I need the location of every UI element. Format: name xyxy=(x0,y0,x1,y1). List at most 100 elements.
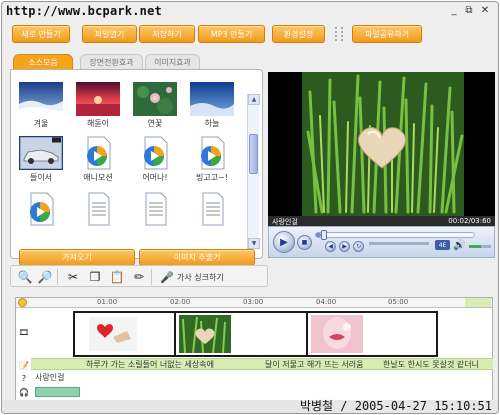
tab-sources[interactable]: 소스모음 xyxy=(13,54,73,70)
ruler-tick: 05:00 xyxy=(388,298,409,306)
list-item[interactable]: 겨울 xyxy=(15,82,67,132)
toolbar-divider xyxy=(57,269,58,285)
seek-bar[interactable] xyxy=(315,230,475,240)
stop-button[interactable]: ■ xyxy=(297,235,312,250)
video-screen xyxy=(268,72,495,216)
list-item[interactable]: 연꽃 xyxy=(129,82,181,132)
kiss-lips-clip xyxy=(311,315,363,353)
volume-icon[interactable]: 🔊 xyxy=(453,240,465,251)
headphones-icon: 🎧 xyxy=(19,387,29,397)
list-item[interactable]: 하늘 xyxy=(186,82,238,132)
lyrics-track-icon: 📝 xyxy=(19,360,29,370)
list-item[interactable] xyxy=(15,192,67,242)
item-label: 겨울 xyxy=(33,119,49,128)
ruler-tick: 01:00 xyxy=(97,298,118,306)
list-item[interactable]: 들이서 xyxy=(15,136,67,186)
ruler-end-mark xyxy=(465,298,491,307)
image-extract-button[interactable]: 이미지 추출기 xyxy=(139,249,255,266)
car-photo-thumbnail xyxy=(19,136,63,170)
cut-icon[interactable]: ✂ xyxy=(65,269,81,285)
audio-clip[interactable] xyxy=(35,387,80,397)
copy-icon[interactable]: ❐ xyxy=(87,269,103,285)
play-button[interactable]: ▶ xyxy=(273,231,295,253)
share-file-button[interactable]: 파일공유하기 xyxy=(352,25,422,43)
player-controls: ▶ ■ ◀ ▶ ↻ 4E 🔊 xyxy=(268,226,495,258)
time-ruler: 01:00 02:00 03:00 04:00 05:00 xyxy=(16,298,492,308)
time-readout: 00:02/03:60 xyxy=(448,217,491,225)
text-file-icon xyxy=(88,192,110,226)
toolbar-grip xyxy=(335,27,343,41)
audio-track-title: 사랑인걸 xyxy=(35,373,65,382)
close-button[interactable]: ✕ xyxy=(479,5,491,16)
source-library: 소스모음 장면전환효과 이미지효과 겨울 해돋이 연꽃 하늘 들이서 애니모션 … xyxy=(10,54,263,266)
video-track[interactable] xyxy=(73,311,438,357)
ruler-tick: 03:00 xyxy=(243,298,264,306)
minimize-button[interactable]: _ xyxy=(448,5,460,16)
media-file-icon xyxy=(30,192,54,226)
item-label: 어머나! xyxy=(142,173,168,182)
restore-button[interactable]: ⧉ xyxy=(463,5,475,16)
lyrics-track[interactable]: 하루가 가는 소릴들어 너없는 세상속에 달이 저물고 해가 뜨는 서러움 한날… xyxy=(31,358,493,370)
seek-knob[interactable] xyxy=(320,230,327,240)
scroll-thumb[interactable] xyxy=(249,134,258,174)
video-clips xyxy=(89,313,363,355)
edit-toolbar: 🔍 🔎 ✂ ❐ 📋 ✏ 🎤 가사 싱크하기 xyxy=(10,265,268,287)
tab-transitions[interactable]: 장면전환효과 xyxy=(80,54,143,70)
list-item[interactable]: 빙고고~! xyxy=(186,136,238,186)
media-file-icon xyxy=(201,136,225,170)
volume-slider[interactable] xyxy=(469,245,491,248)
help-icon[interactable]: ? xyxy=(18,372,30,384)
lyrics-sync-label[interactable]: 가사 싱크하기 xyxy=(177,272,224,283)
save-button[interactable]: 저장하기 xyxy=(139,25,195,43)
list-item[interactable]: 해돋이 xyxy=(72,82,124,132)
lyric-line[interactable]: 한날도 한시도 못살것 같더니 xyxy=(383,359,479,370)
scroll-up-icon[interactable]: ▲ xyxy=(248,94,260,105)
sky-photo-thumbnail xyxy=(190,82,234,116)
author-timestamp: 박병철 / 2005-04-27 15:10:51 xyxy=(299,399,492,413)
list-item[interactable] xyxy=(129,192,181,242)
make-mp3-button[interactable]: MP3 만들기 xyxy=(198,25,265,43)
new-button[interactable]: 새로 만들기 xyxy=(12,25,70,43)
ruler-tick: 04:00 xyxy=(316,298,337,306)
timeline: 01:00 02:00 03:00 04:00 05:00 🎞 📝 하루가 가는… xyxy=(15,297,493,401)
zoom-out-icon[interactable]: 🔍 xyxy=(17,269,33,285)
list-item[interactable] xyxy=(186,192,238,242)
list-item[interactable]: 애니모션 xyxy=(72,136,124,186)
app-window: http://www.bcpark.net _ ⧉ ✕ 새로 만들기 파일열기 … xyxy=(1,1,499,414)
mode-badge: 4E xyxy=(435,240,450,250)
import-button[interactable]: 가져오기 xyxy=(19,249,135,266)
settings-button[interactable]: 환경설정 xyxy=(272,25,325,43)
item-label: 애니모션 xyxy=(83,173,113,182)
toolbar-divider xyxy=(151,269,152,285)
scroll-down-icon[interactable]: ▼ xyxy=(248,238,260,249)
source-grid: 겨울 해돋이 연꽃 하늘 들이서 애니모션 어머나! 빙고고~! xyxy=(15,82,243,242)
list-item[interactable]: 어머나! xyxy=(129,136,181,186)
preview-frame xyxy=(268,72,495,216)
timeline-marker-icon[interactable] xyxy=(18,298,27,307)
library-scrollbar[interactable]: ▲ ▼ xyxy=(247,94,260,249)
open-file-button[interactable]: 파일열기 xyxy=(82,25,137,43)
video-track-icon: 🎞 xyxy=(18,327,30,337)
extra-slider[interactable] xyxy=(369,242,429,245)
lyrics-sync-icon[interactable]: 🎤 xyxy=(159,269,175,285)
item-label: 해돋이 xyxy=(86,119,110,128)
paste-icon[interactable]: 📋 xyxy=(109,269,125,285)
text-file-icon xyxy=(202,192,224,226)
lyric-line[interactable]: 달이 저물고 해가 뜨는 서러움 xyxy=(265,359,364,370)
zoom-in-icon[interactable]: 🔎 xyxy=(37,269,53,285)
tab-image-effects[interactable]: 이미지효과 xyxy=(145,54,200,70)
item-label: 연꽃 xyxy=(147,119,163,128)
heart-grass-clip xyxy=(179,315,231,354)
erase-icon[interactable]: ✏ xyxy=(131,269,147,285)
lotus-photo-thumbnail xyxy=(133,82,177,116)
list-item[interactable] xyxy=(72,192,124,242)
prev-icon[interactable]: ◀ xyxy=(325,241,336,252)
preview-player: 사랑인걸 00:02/03:60 ▶ ■ ◀ ▶ ↻ 4E 🔊 xyxy=(268,72,495,258)
repeat-icon[interactable]: ↻ xyxy=(353,241,364,252)
item-label: 하늘 xyxy=(204,119,220,128)
lyric-line[interactable]: 하루가 가는 소릴들어 너없는 세상속에 xyxy=(86,359,214,370)
watermark-url: http://www.bcpark.net xyxy=(6,4,162,18)
next-icon[interactable]: ▶ xyxy=(339,241,350,252)
valentine-hands-clip xyxy=(89,317,137,351)
status-bar: 박병철 / 2005-04-27 15:10:51 xyxy=(2,399,498,413)
